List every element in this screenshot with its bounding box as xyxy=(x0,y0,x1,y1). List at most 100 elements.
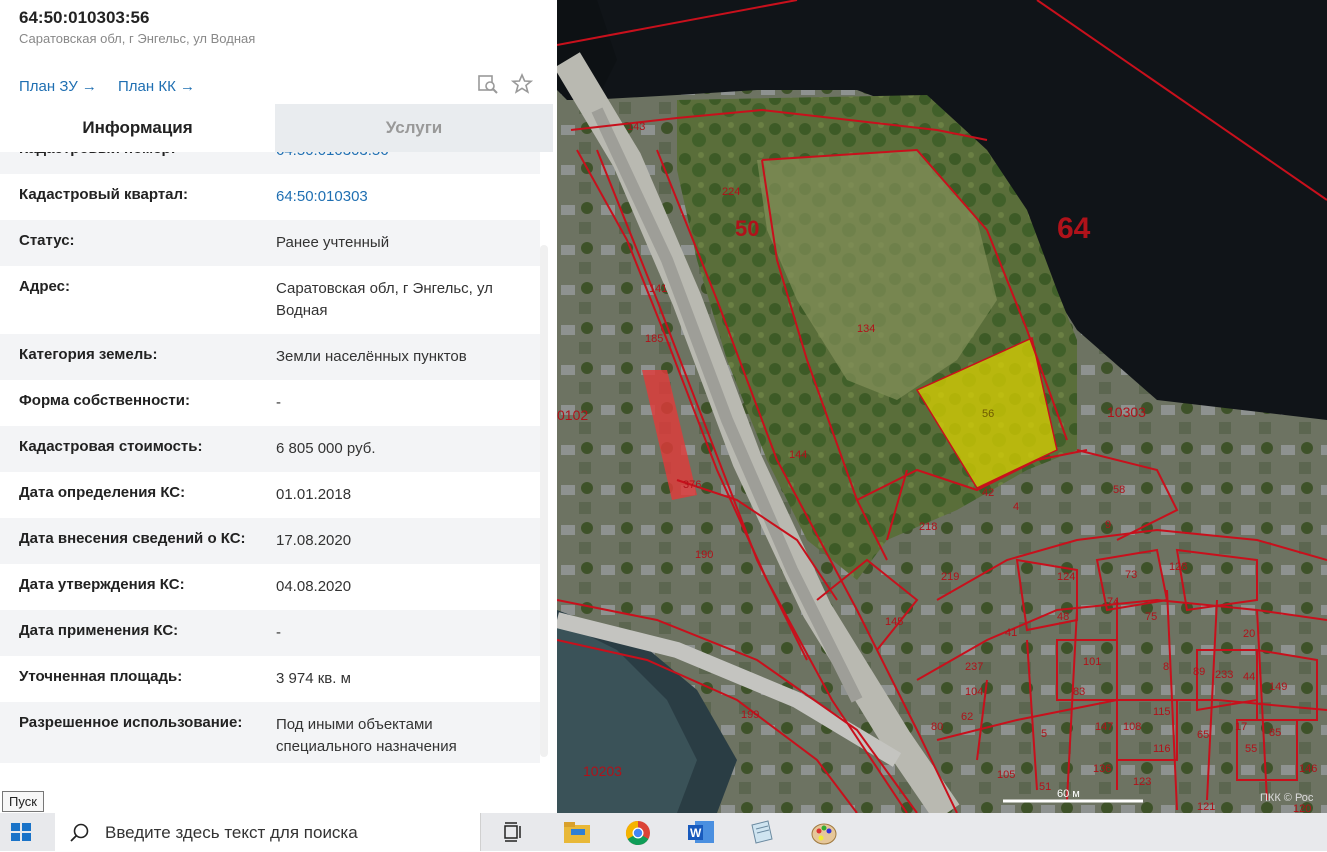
map-label: 145 xyxy=(885,616,903,628)
map-label: 75 xyxy=(1145,611,1157,623)
info-row: Дата внесения сведений о КС: 17.08.2020 xyxy=(0,518,540,564)
info-row-value: Ранее учтенный xyxy=(276,234,390,251)
info-row: Форма собственности: - xyxy=(0,380,540,426)
info-row: Разрешенное использование: Под иными объе… xyxy=(0,702,540,763)
plan-zu-link[interactable]: План ЗУ → xyxy=(19,78,97,95)
cadastral-map[interactable]: 143 224 50 64 141 185 134 56 10303 0102 … xyxy=(557,0,1327,813)
map-label: 143 xyxy=(627,121,645,133)
scale-label: 60 м xyxy=(1057,788,1080,800)
tab-services[interactable]: Услуги xyxy=(275,104,553,152)
paint-icon[interactable] xyxy=(810,819,840,847)
info-row: Адрес: Саратовская обл, г Энгельс, ул Вод… xyxy=(0,266,540,334)
info-row: Кадастровый квартал: 64:50:010303 xyxy=(0,174,540,220)
info-row: Дата утверждения КС: 04.08.2020 xyxy=(0,564,540,610)
map-label: 147 xyxy=(1095,721,1113,733)
tab-information[interactable]: Информация xyxy=(0,104,275,152)
info-row-value: 01.01.2018 xyxy=(276,486,352,503)
map-label: 124 xyxy=(1057,571,1075,583)
map-label: 17 xyxy=(1235,721,1247,733)
info-row: Кадастровая стоимость: 6 805 000 руб. xyxy=(0,426,540,472)
address-subtitle: Саратовская обл, г Энгельс, ул Водная xyxy=(19,31,256,46)
map-label: 237 xyxy=(965,661,983,673)
info-row-value: Земли населённых пунктов xyxy=(276,348,467,365)
search-on-map-icon[interactable] xyxy=(476,72,500,96)
cadastral-number-title: 64:50:010303:56 xyxy=(19,8,150,27)
start-tooltip: Пуск xyxy=(2,791,44,812)
info-row-label: Кадастровая стоимость: xyxy=(19,438,203,455)
map-label: 44 xyxy=(1243,671,1255,683)
map-label: 80 xyxy=(931,721,943,733)
info-row: Уточненная площадь: 3 974 кв. м xyxy=(0,656,540,702)
task-view-icon[interactable] xyxy=(500,819,530,847)
map-label: 48 xyxy=(1057,611,1069,623)
map-label: 64 xyxy=(1057,212,1091,245)
search-placeholder: Введите здесь текст для поиска xyxy=(105,823,358,842)
map-label: 219 xyxy=(941,571,959,583)
map-label: 233 xyxy=(1215,669,1233,681)
info-row-value: 3 974 кв. м xyxy=(276,670,351,687)
map-label: 83 xyxy=(1073,686,1085,698)
info-row-label: Дата применения КС: xyxy=(19,622,179,639)
map-canvas[interactable]: 143 224 50 64 141 185 134 56 10303 0102 … xyxy=(557,0,1327,813)
map-label: 51 xyxy=(1039,781,1051,793)
info-row-value: - xyxy=(276,624,281,641)
map-label: 199 xyxy=(741,709,759,721)
map-label: 10303 xyxy=(1107,404,1146,420)
map-label: 4 xyxy=(1013,501,1019,513)
map-label: 218 xyxy=(919,521,937,533)
info-scroll-area[interactable]: Кадастровый номер:64:50:010303:56Кадастр… xyxy=(0,152,540,763)
info-row-value: Под иными объектами специального назначе… xyxy=(276,716,457,755)
star-icon[interactable] xyxy=(510,72,534,96)
map-label: 134 xyxy=(857,323,875,335)
map-label: 20 xyxy=(1243,628,1255,640)
info-row-label: Адрес: xyxy=(19,278,70,295)
map-label: 89 xyxy=(1193,666,1205,678)
taskbar: Введите здесь текст для поиска W xyxy=(0,813,1327,851)
windows-start-icon[interactable] xyxy=(10,822,34,844)
map-label: 120 xyxy=(1293,803,1311,813)
info-row-label: Кадастровый квартал: xyxy=(19,186,189,203)
map-label: 185 xyxy=(645,333,663,345)
map-label: 0102 xyxy=(557,407,588,423)
info-row: Категория земель: Земли населённых пункто… xyxy=(0,334,540,380)
map-label: 146 xyxy=(1299,763,1317,775)
map-label: 10203 xyxy=(583,763,622,779)
info-row-label: Статус: xyxy=(19,232,75,249)
info-row-label: Разрешенное использование: xyxy=(19,714,243,731)
map-label: 105 xyxy=(997,769,1015,781)
search-icon xyxy=(69,822,91,849)
taskbar-search[interactable]: Введите здесь текст для поиска xyxy=(55,813,481,851)
info-panel: 64:50:010303:56 Саратовская обл, г Энгел… xyxy=(0,0,557,813)
info-row-label: Форма собственности: xyxy=(19,392,190,409)
scrollbar[interactable] xyxy=(540,245,548,757)
info-row-value: 04.08.2020 xyxy=(276,578,352,595)
map-label: 65 xyxy=(1197,729,1209,741)
notes-icon[interactable] xyxy=(748,819,778,847)
file-explorer-icon[interactable] xyxy=(562,819,592,847)
word-icon[interactable]: W xyxy=(686,819,716,847)
info-row: Дата определения КС: 01.01.2018 xyxy=(0,472,540,518)
map-label: 62 xyxy=(961,711,973,723)
map-label: 8 xyxy=(1163,661,1169,673)
info-row-value[interactable]: 64:50:010303:56 xyxy=(276,152,540,162)
map-label: 115 xyxy=(1153,706,1171,718)
map-copyright: ПКК © Рос xyxy=(1260,792,1314,804)
chrome-icon[interactable] xyxy=(624,819,654,847)
map-label: 41 xyxy=(1005,627,1017,639)
info-row: Кадастровый номер: 64:50:010303:56 xyxy=(0,152,540,174)
info-row-label: Категория земель: xyxy=(19,346,158,363)
info-row-label: Дата утверждения КС: xyxy=(19,576,185,593)
map-label: 144 xyxy=(789,449,807,461)
info-row-value: 6 805 000 руб. xyxy=(276,440,376,457)
map-label: 116 xyxy=(1153,743,1171,755)
map-label: 9 xyxy=(1105,519,1111,531)
plan-kk-link[interactable]: План КК → xyxy=(118,78,195,95)
info-row-label: Кадастровый номер: xyxy=(19,152,269,157)
map-label: 101 xyxy=(1083,656,1101,668)
map-label: 5 xyxy=(1041,728,1047,740)
map-label: 224 xyxy=(722,186,740,198)
map-label: 141 xyxy=(649,283,667,295)
map-label: 56 xyxy=(982,408,994,420)
info-row-value[interactable]: 64:50:010303 xyxy=(276,186,540,208)
map-label: 128 xyxy=(1169,561,1187,573)
